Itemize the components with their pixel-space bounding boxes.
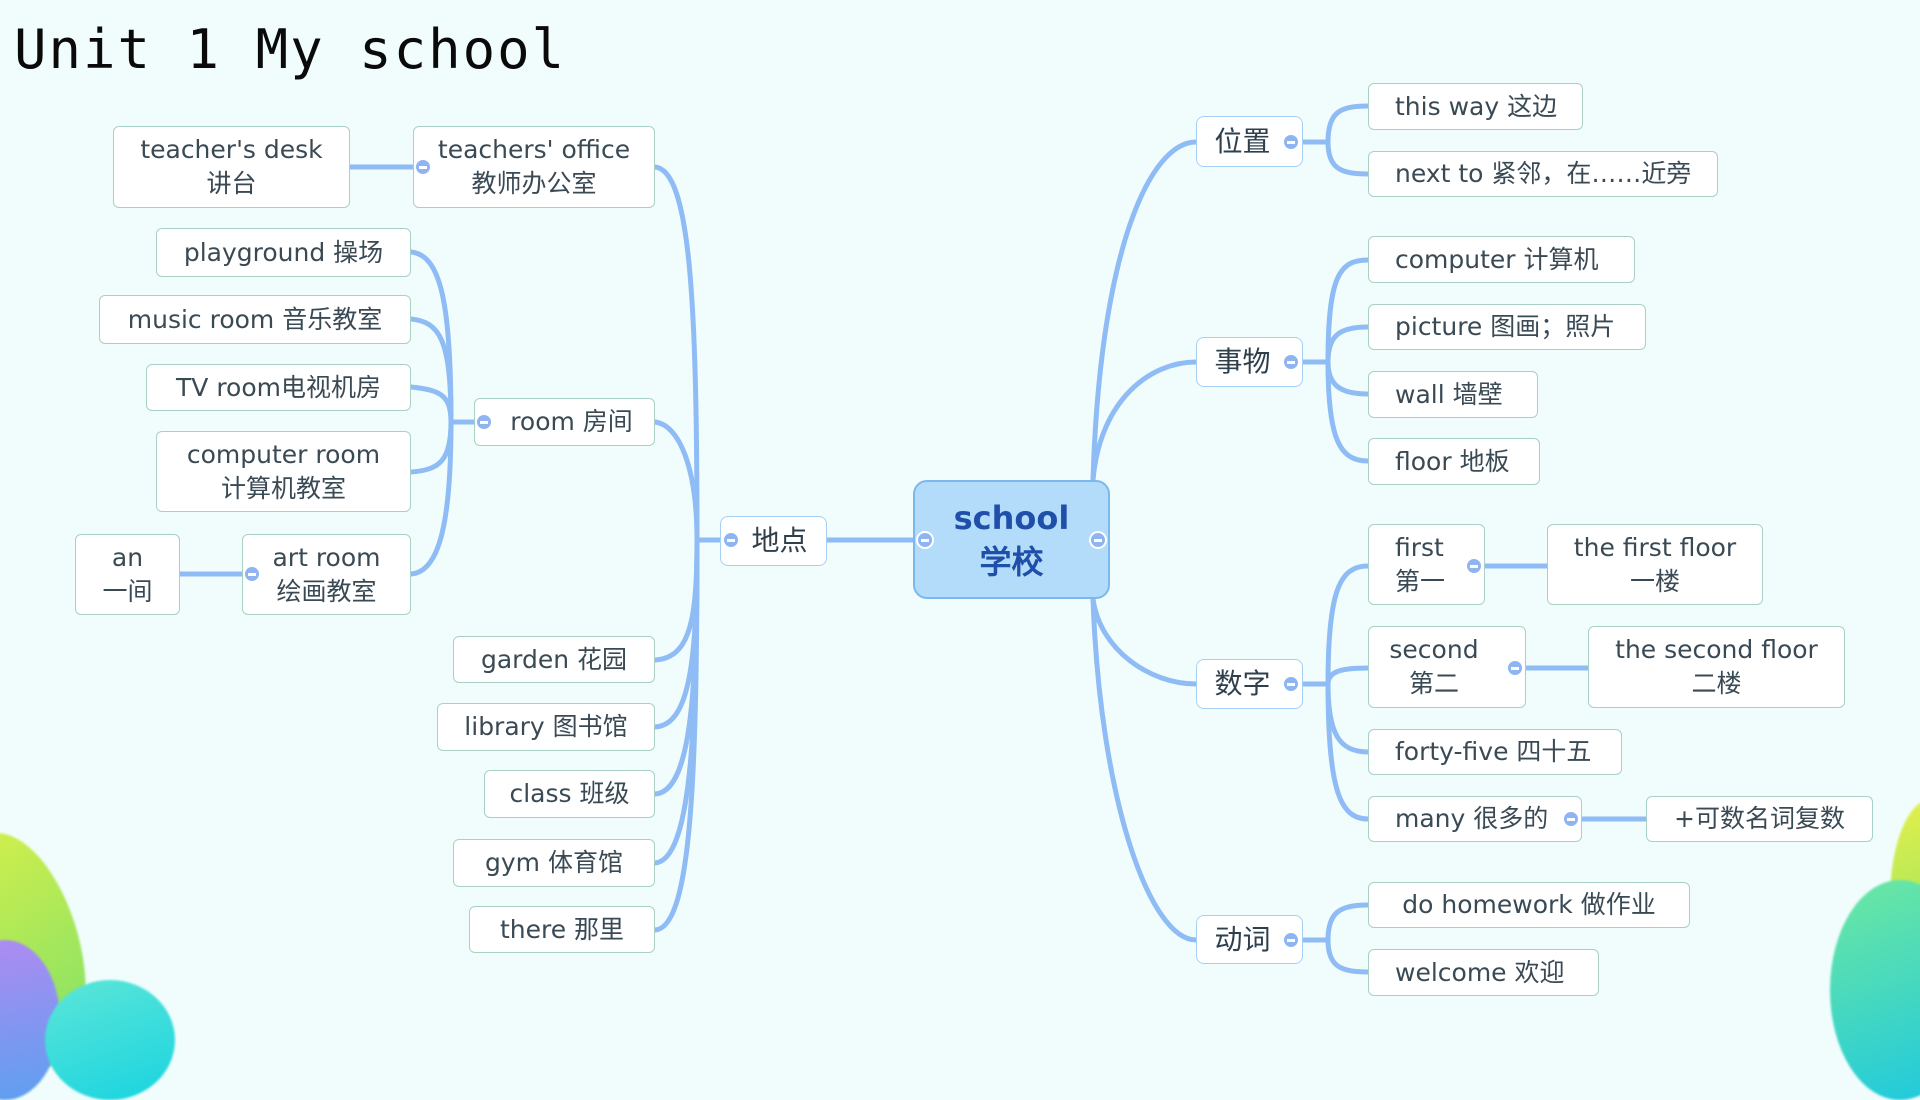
- node-this-way[interactable]: this way 这边: [1368, 83, 1583, 130]
- collapse-things-icon[interactable]: [1282, 353, 1300, 371]
- link-things-picture: [1325, 324, 1371, 365]
- collapse-first-icon[interactable]: [1465, 557, 1483, 575]
- node-do-homework[interactable]: do homework 做作业: [1368, 882, 1690, 928]
- node-floor[interactable]: floor 地板: [1368, 438, 1540, 485]
- link-things-floor: [1325, 359, 1371, 464]
- link-things-wall: [1325, 359, 1371, 397]
- node-plural[interactable]: +可数名词复数: [1646, 796, 1873, 842]
- node-next-to[interactable]: next to 紧邻，在……近旁: [1368, 151, 1718, 197]
- collapse-many-icon[interactable]: [1562, 810, 1580, 828]
- link-position-thisway: [1325, 103, 1371, 145]
- link-root-verbs: [1090, 596, 1199, 943]
- collapse-location-icon[interactable]: [722, 531, 740, 549]
- collapse-root-left-icon[interactable]: [916, 531, 934, 549]
- collapse-second-icon[interactable]: [1506, 659, 1524, 677]
- link-location-garden: [652, 537, 700, 663]
- collapse-art-room-icon[interactable]: [243, 565, 261, 583]
- node-an[interactable]: an 一间: [75, 534, 180, 615]
- node-there[interactable]: there 那里: [469, 906, 655, 953]
- link-root-position: [1090, 139, 1199, 483]
- collapse-verbs-icon[interactable]: [1282, 931, 1300, 949]
- link-root-numbers: [1090, 596, 1199, 687]
- link-room-art: [408, 419, 454, 577]
- node-forty-five[interactable]: forty-five 四十五: [1368, 729, 1622, 775]
- link-verbs-welcome: [1325, 937, 1371, 975]
- link-room-computer: [408, 419, 454, 475]
- collapse-room-icon[interactable]: [475, 413, 493, 431]
- link-numbers-fortyfive: [1325, 681, 1371, 755]
- node-teachers-desk[interactable]: teacher's desk 讲台: [113, 126, 350, 208]
- node-gym[interactable]: gym 体育馆: [453, 839, 655, 887]
- link-things-computer: [1325, 257, 1371, 365]
- node-room[interactable]: room 房间: [474, 398, 655, 446]
- collapse-root-right-icon[interactable]: [1089, 531, 1107, 549]
- link-verbs-homework: [1325, 902, 1371, 943]
- node-tv-room[interactable]: TV room电视机房: [146, 364, 411, 411]
- node-computer[interactable]: computer 计算机: [1368, 236, 1635, 283]
- node-wall[interactable]: wall 墙壁: [1368, 371, 1538, 418]
- node-first-floor[interactable]: the first floor 一楼: [1547, 524, 1763, 605]
- node-class[interactable]: class 班级: [484, 770, 655, 818]
- root-node-school[interactable]: school 学校: [913, 480, 1110, 599]
- node-welcome[interactable]: welcome 欢迎: [1368, 949, 1599, 996]
- link-location-room: [652, 419, 700, 543]
- node-garden[interactable]: garden 花园: [453, 636, 655, 683]
- root-label-en: school: [953, 498, 1070, 537]
- link-numbers-second: [1325, 665, 1371, 687]
- link-room-tv: [408, 384, 454, 425]
- node-playground[interactable]: playground 操场: [156, 228, 411, 277]
- node-art-room[interactable]: art room 绘画教室: [242, 534, 411, 615]
- collapse-teachers-office-icon[interactable]: [414, 158, 432, 176]
- root-label-zh: 学校: [979, 542, 1044, 581]
- link-position-nextto: [1325, 139, 1371, 177]
- collapse-position-icon[interactable]: [1282, 133, 1300, 151]
- link-room-music: [408, 316, 454, 425]
- link-root-things: [1090, 359, 1199, 483]
- node-library[interactable]: library 图书馆: [437, 703, 655, 751]
- node-second-floor[interactable]: the second floor 二楼: [1588, 626, 1845, 708]
- node-teachers-office[interactable]: teachers' office 教师办公室: [413, 126, 655, 208]
- node-computer-room[interactable]: computer room 计算机教室: [156, 431, 411, 512]
- node-many[interactable]: many 很多的: [1368, 796, 1582, 842]
- node-second[interactable]: second 第二: [1368, 626, 1526, 708]
- node-picture[interactable]: picture 图画；照片: [1368, 304, 1646, 350]
- collapse-numbers-icon[interactable]: [1282, 675, 1300, 693]
- node-music-room[interactable]: music room 音乐教室: [99, 295, 411, 344]
